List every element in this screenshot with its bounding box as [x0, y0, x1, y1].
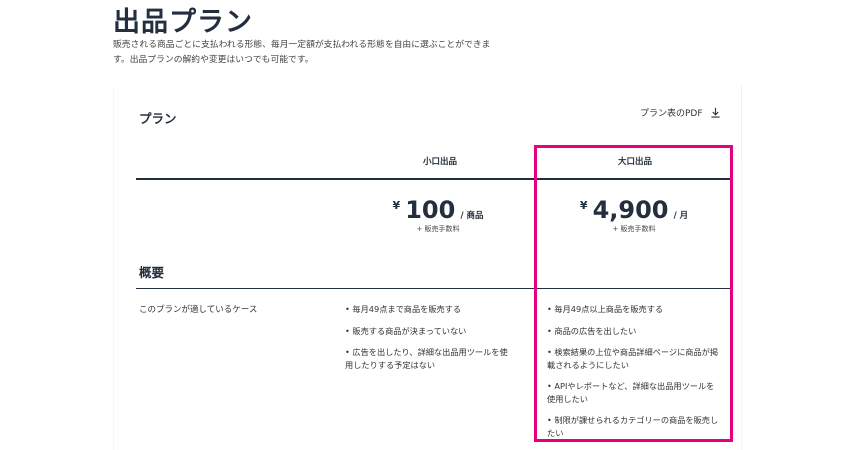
page-description: 販売される商品ごとに支払われる形態、毎月一定額が支払われる形態を自由に選ぶことが…	[113, 40, 491, 65]
price-amount: 100	[405, 196, 456, 224]
fee-note-small: + 販売手数料	[416, 225, 460, 233]
list-item: • 販売する商品が決まっていない	[345, 325, 467, 336]
currency-symbol: ¥	[392, 199, 401, 212]
row-label-suitable-cases: このプランが適しているケース	[139, 305, 258, 315]
card-title: プラン	[139, 111, 177, 126]
highlight-box-large-plan	[534, 145, 733, 442]
right-margin	[742, 0, 850, 450]
price-unit: / 商品	[460, 211, 484, 221]
download-icon	[710, 107, 720, 118]
list-item: • 毎月49点まで商品を販売する	[345, 304, 462, 314]
list-item: • 広告を出したり、詳細な出品用ツールを使用したりする予定はない	[345, 347, 508, 370]
small-plan-points: • 毎月49点まで商品を販売する • 販売する商品が決まっていない • 広告を出…	[345, 303, 510, 380]
pdf-link-label: プラン表のPDF	[640, 109, 703, 119]
left-margin	[0, 0, 113, 450]
section-title-overview: 概要	[139, 265, 165, 280]
plan-name-small: 小口出品	[422, 157, 457, 167]
price-small: ¥ 100 / 商品	[343, 196, 533, 224]
pdf-download-link[interactable]: プラン表のPDF	[640, 106, 721, 119]
page-title: 出品プラン	[113, 7, 253, 38]
